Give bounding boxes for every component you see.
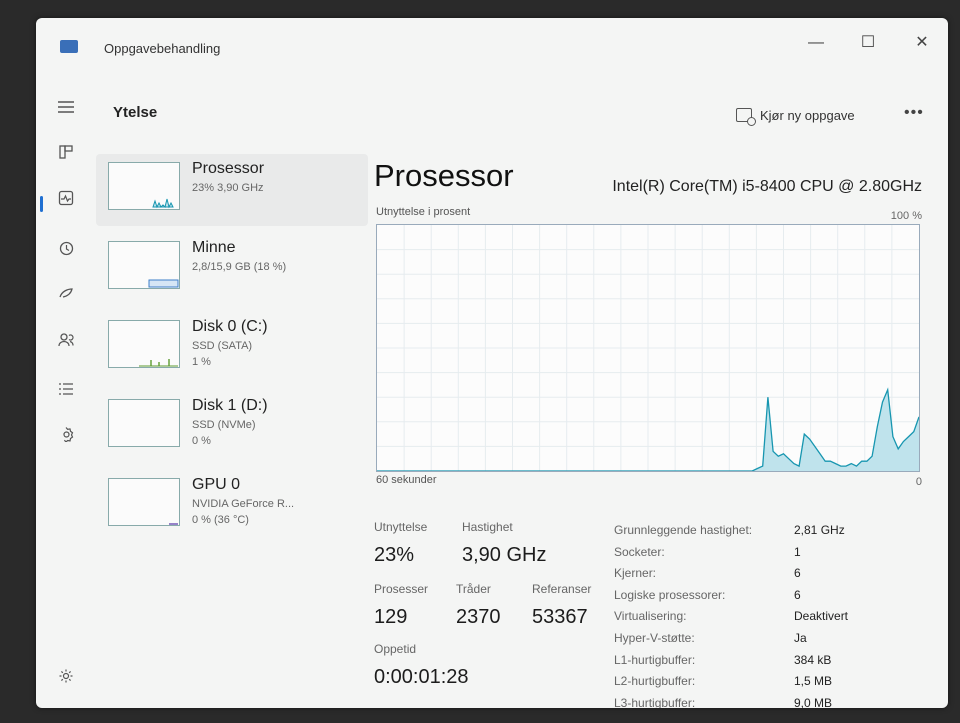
detail-key: L2-hurtigbuffer: [614,674,696,689]
detail-row: Hyper-V-støtte: Ja [614,628,934,650]
device-name: GPU 0 [192,476,241,493]
graph-label: Utnyttelse i prosent [376,206,471,218]
device-stat: 0 % (36 °C) [192,514,249,526]
menu-icon[interactable] [52,96,80,124]
device-list: Prosessor 23% 3,90 GHz Minne 2,8/15,9 GB… [96,154,368,549]
device-stat: 2,8/15,9 GB (18 %) [192,261,287,273]
app-history-icon[interactable] [52,238,80,266]
processor-thumbnail [108,162,180,210]
cpu-model: Intel(R) Core(TM) i5-8400 CPU @ 2.80GHz [612,178,922,195]
device-type: SSD (NVMe) [192,419,256,431]
detail-key: Socketer: [614,544,665,559]
detail-row: Socketer: 1 [614,542,934,564]
detail-value: 1 [794,544,801,559]
device-type: SSD (SATA) [192,340,253,352]
detail-value: Deaktivert [794,609,849,624]
detail-key: Hyper-V-støtte: [614,630,695,645]
uptime-label: Oppetid [374,642,417,656]
detail-value: 1,5 MB [794,674,833,689]
detail-value: 6 [794,587,801,602]
cpu-utilization-graph [376,224,920,472]
handles-value: 53367 [532,606,588,628]
graph-max-label: 100 % [890,210,922,222]
services-icon[interactable] [52,424,80,452]
processes-value: 129 [374,606,408,628]
processor-panel: Prosessor Intel(R) Core(TM) i5-8400 CPU … [374,158,934,708]
cpu-details-table: Grunnleggende hastighet: 2,81 GHz Sockete… [614,520,934,708]
detail-row: L2-hurtigbuffer: 1,5 MB [614,671,934,693]
device-name: Prosessor [192,160,265,177]
detail-row: Grunnleggende hastighet: 2,81 GHz [614,520,934,542]
utilization-value: 23% [374,544,415,566]
details-icon[interactable] [52,378,80,406]
gpu-0-thumbnail [108,478,180,526]
active-indicator [40,196,43,212]
threads-value: 2370 [456,606,501,628]
processes-icon[interactable] [52,142,80,170]
detail-key: L3-hurtigbuffer: [614,695,696,708]
threads-label: Tråder [456,582,491,596]
page-title: Ytelse [113,104,158,121]
detail-value: 6 [794,566,801,581]
device-name: Disk 0 (C:) [192,318,268,335]
graph-x-right-label: 0 [915,476,922,488]
maximize-button[interactable]: ☐ [848,30,888,56]
speed-value: 3,90 GHz [462,544,547,566]
run-new-task-label: Kjør ny oppgave [760,107,855,123]
device-item-memory[interactable]: Minne 2,8/15,9 GB (18 %) [96,233,368,305]
device-stat: 1 % [192,356,211,368]
task-manager-app-icon [60,40,78,53]
run-new-task-button[interactable]: Kjør ny oppgave [736,104,855,126]
detail-row: Virtualisering: Deaktivert [614,606,934,628]
device-item-gpu-0[interactable]: GPU 0 NVIDIA GeForce R... 0 % (36 °C) [96,470,368,542]
disk-1-thumbnail [108,399,180,447]
title-bar: Oppgavebehandling — ☐ ✕ [36,18,948,64]
detail-value: Ja [794,630,807,645]
app-title: Oppgavebehandling [104,41,221,56]
detail-row: L3-hurtigbuffer: 9,0 MB [614,693,934,708]
detail-row: Logiske prosessorer: 6 [614,585,934,607]
device-name: Disk 1 (D:) [192,397,268,414]
device-stat: 23% 3,90 GHz [192,182,264,194]
detail-value: 2,81 GHz [794,523,845,537]
device-item-disk-0[interactable]: Disk 0 (C:) SSD (SATA) 1 % [96,312,368,384]
detail-key: Logiske prosessorer: [614,587,726,602]
utilization-label: Utnyttelse [374,520,428,534]
device-item-disk-1[interactable]: Disk 1 (D:) SSD (NVMe) 0 % [96,391,368,463]
detail-row: L1-hurtigbuffer: 384 kB [614,650,934,672]
processes-label: Prosesser [374,582,429,596]
device-item-processor[interactable]: Prosessor 23% 3,90 GHz [96,154,368,226]
close-button[interactable]: ✕ [902,30,942,56]
device-name: Minne [192,239,236,256]
device-type: NVIDIA GeForce R... [192,498,295,510]
detail-key: Grunnleggende hastighet: [614,523,753,537]
detail-row: Kjerner: 6 [614,563,934,585]
minimize-button[interactable]: — [796,30,836,56]
cpu-title: Prosessor [374,158,514,193]
detail-key: Virtualisering: [614,609,687,624]
performance-icon[interactable] [52,188,80,216]
detail-value: 9,0 MB [794,695,833,708]
detail-key: L1-hurtigbuffer: [614,652,696,667]
detail-key: Kjerner: [614,566,657,581]
speed-label: Hastighet [462,520,513,534]
more-options-button[interactable]: ••• [904,104,924,122]
disk-0-thumbnail [108,320,180,368]
device-stat: 0 % [192,435,211,447]
task-manager-window: Oppgavebehandling — ☐ ✕ Ytelse Kjør ny o… [36,18,948,708]
users-icon[interactable] [52,330,80,358]
memory-thumbnail [108,241,180,289]
run-task-icon [736,108,756,126]
settings-icon[interactable] [52,666,80,694]
handles-label: Referanser [532,582,592,596]
graph-x-left-label: 60 sekunder [376,474,437,486]
uptime-value: 0:00:01:28 [374,666,469,688]
detail-value: 384 kB [794,652,832,667]
startup-apps-icon[interactable] [52,284,80,312]
navigation-rail [36,88,96,708]
